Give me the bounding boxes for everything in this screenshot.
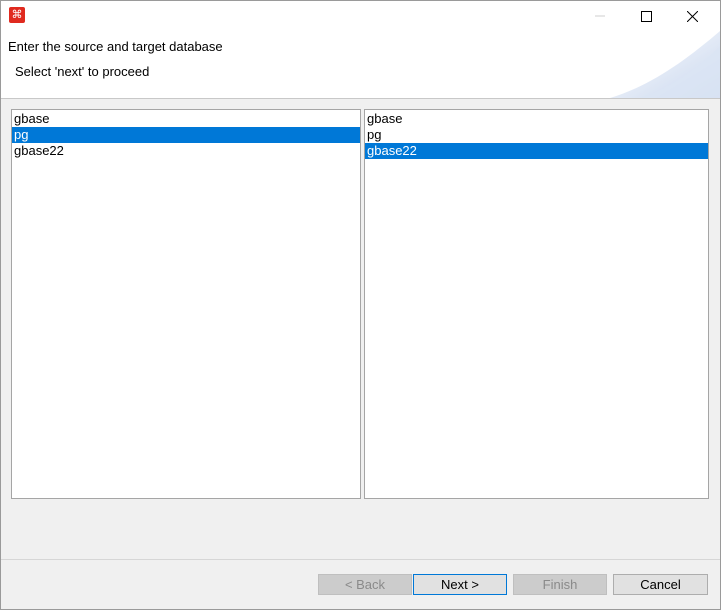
list-item[interactable]: pg bbox=[12, 127, 360, 143]
list-item[interactable]: gbase bbox=[365, 111, 708, 127]
title-bar: ⌘ bbox=[1, 1, 720, 31]
next-button[interactable]: Next > bbox=[413, 574, 507, 595]
minimize-icon bbox=[595, 15, 605, 17]
banner-graphic bbox=[610, 31, 720, 98]
list-item[interactable]: pg bbox=[365, 127, 708, 143]
close-icon bbox=[686, 10, 698, 22]
maximize-button[interactable] bbox=[623, 1, 669, 31]
app-logo-icon: ⌘ bbox=[9, 7, 25, 23]
list-item[interactable]: gbase bbox=[12, 111, 360, 127]
button-bar: < Back Next > Finish Cancel bbox=[1, 507, 720, 609]
list-item[interactable]: gbase22 bbox=[12, 143, 360, 159]
target-database-list[interactable]: gbase pg gbase22 bbox=[364, 109, 709, 499]
source-database-list[interactable]: gbase pg gbase22 bbox=[11, 109, 361, 499]
page-title: Enter the source and target database bbox=[8, 39, 223, 54]
page-subtitle: Select 'next' to proceed bbox=[15, 64, 150, 79]
list-item[interactable]: gbase22 bbox=[365, 143, 708, 159]
finish-button[interactable]: Finish bbox=[513, 574, 607, 595]
maximize-icon bbox=[640, 10, 652, 22]
cancel-button[interactable]: Cancel bbox=[613, 574, 708, 595]
wizard-window: ⌘ Enter the source and target database S… bbox=[0, 0, 721, 610]
footer-divider bbox=[1, 559, 720, 560]
minimize-button[interactable] bbox=[577, 1, 623, 31]
back-button[interactable]: < Back bbox=[318, 574, 412, 595]
wizard-header: Enter the source and target database Sel… bbox=[1, 31, 720, 98]
close-button[interactable] bbox=[669, 1, 715, 31]
selection-area: gbase pg gbase22 gbase pg gbase22 bbox=[1, 99, 720, 507]
